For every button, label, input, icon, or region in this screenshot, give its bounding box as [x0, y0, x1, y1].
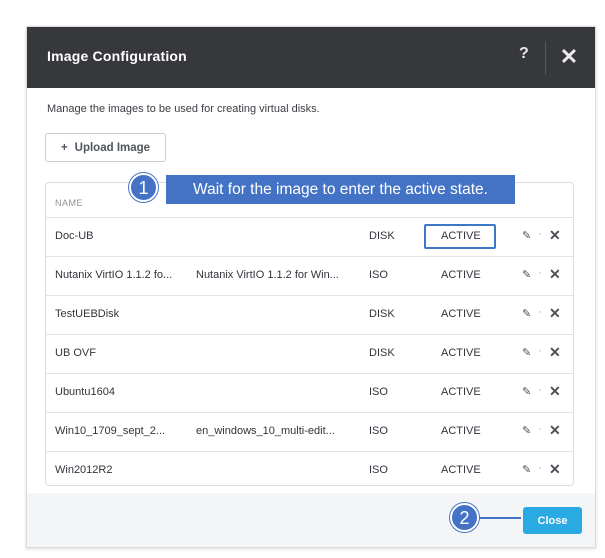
- titlebar-divider: [545, 41, 546, 75]
- edit-icon[interactable]: ✎: [522, 385, 531, 398]
- dialog-description: Manage the images to be used for creatin…: [47, 103, 320, 115]
- image-type: ISO: [369, 464, 388, 476]
- close-button[interactable]: Close: [523, 507, 582, 534]
- edit-icon[interactable]: ✎: [522, 268, 531, 281]
- dialog-footer: [27, 493, 595, 547]
- edit-icon[interactable]: ✎: [522, 424, 531, 437]
- action-separator: ·: [538, 423, 542, 435]
- delete-icon[interactable]: ✕: [549, 305, 561, 322]
- step-1-marker: 1: [129, 173, 158, 202]
- dialog-titlebar: Image Configuration ? ✕: [27, 27, 595, 88]
- action-separator: ·: [538, 267, 542, 279]
- table-row[interactable]: Doc-UB DISK ACTIVE ✎ · ✕: [46, 218, 573, 257]
- image-configuration-dialog: Image Configuration ? ✕ Manage the image…: [26, 26, 596, 548]
- image-name: Win10_1709_sept_2...: [55, 425, 166, 437]
- delete-icon[interactable]: ✕: [549, 422, 561, 439]
- table-row[interactable]: Ubuntu1604 ISO ACTIVE ✎ · ✕: [46, 374, 573, 413]
- plus-icon: +: [60, 141, 68, 154]
- image-annotation: en_windows_10_multi-edit...: [196, 425, 335, 437]
- action-separator: ·: [538, 384, 542, 396]
- images-table: NAME Doc-UB DISK ACTIVE ✎ · ✕ Nutanix Vi…: [45, 182, 574, 486]
- action-separator: ·: [538, 345, 542, 357]
- help-icon[interactable]: ?: [519, 45, 529, 63]
- image-name: TestUEBDisk: [55, 308, 120, 320]
- image-state: ACTIVE: [441, 269, 481, 281]
- delete-icon[interactable]: ✕: [549, 461, 561, 478]
- close-icon[interactable]: ✕: [559, 42, 579, 72]
- table-row[interactable]: Nutanix VirtIO 1.1.2 fo... Nutanix VirtI…: [46, 257, 573, 296]
- edit-icon[interactable]: ✎: [522, 463, 531, 476]
- image-state: ACTIVE: [441, 425, 481, 437]
- delete-icon[interactable]: ✕: [549, 344, 561, 361]
- delete-icon[interactable]: ✕: [549, 227, 561, 244]
- step-2-marker: 2: [450, 503, 479, 532]
- image-type: ISO: [369, 425, 388, 437]
- action-separator: ·: [538, 462, 542, 474]
- table-row[interactable]: TestUEBDisk DISK ACTIVE ✎ · ✕: [46, 296, 573, 335]
- edit-icon[interactable]: ✎: [522, 229, 531, 242]
- image-type: ISO: [369, 386, 388, 398]
- image-type: DISK: [369, 230, 395, 242]
- edit-icon[interactable]: ✎: [522, 307, 531, 320]
- image-name: Nutanix VirtIO 1.1.2 fo...: [55, 269, 173, 281]
- image-type: ISO: [369, 269, 388, 281]
- action-separator: ·: [538, 306, 542, 318]
- image-name: UB OVF: [55, 347, 96, 359]
- step-2-connector: [479, 517, 521, 519]
- image-type: DISK: [369, 308, 395, 320]
- image-name: Ubuntu1604: [55, 386, 115, 398]
- upload-image-label: Upload Image: [74, 141, 151, 154]
- table-row[interactable]: Win2012R2 ISO ACTIVE ✎ · ✕: [46, 452, 573, 490]
- dialog-title: Image Configuration: [47, 48, 187, 64]
- image-annotation: Nutanix VirtIO 1.1.2 for Win...: [196, 269, 339, 281]
- image-state: ACTIVE: [441, 386, 481, 398]
- image-state: ACTIVE: [441, 308, 481, 320]
- image-state: ACTIVE: [441, 347, 481, 359]
- table-row[interactable]: UB OVF DISK ACTIVE ✎ · ✕: [46, 335, 573, 374]
- delete-icon[interactable]: ✕: [549, 266, 561, 283]
- image-name: Doc-UB: [55, 230, 94, 242]
- delete-icon[interactable]: ✕: [549, 383, 561, 400]
- upload-image-button[interactable]: + Upload Image: [45, 133, 166, 162]
- image-state: ACTIVE: [441, 230, 481, 242]
- image-name: Win2012R2: [55, 464, 113, 476]
- edit-icon[interactable]: ✎: [522, 346, 531, 359]
- column-header-name[interactable]: NAME: [55, 198, 83, 208]
- image-type: DISK: [369, 347, 395, 359]
- step-1-callout: Wait for the image to enter the active s…: [166, 175, 515, 204]
- image-state: ACTIVE: [441, 464, 481, 476]
- action-separator: ·: [538, 228, 542, 240]
- table-row[interactable]: Win10_1709_sept_2... en_windows_10_multi…: [46, 413, 573, 452]
